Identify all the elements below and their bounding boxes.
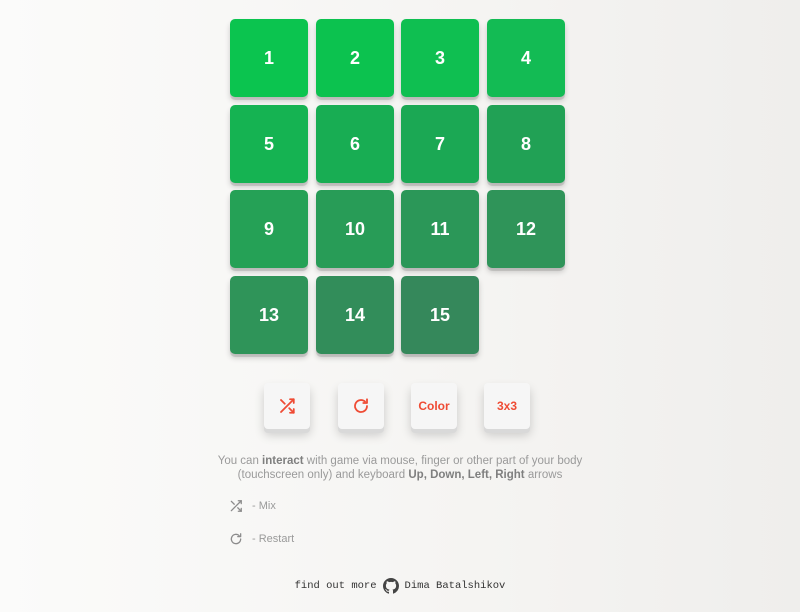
controls-bar: Color 3x3 xyxy=(264,383,534,435)
author-link[interactable]: Dima Batalshikov xyxy=(405,580,506,592)
restart-button[interactable] xyxy=(338,383,384,429)
restart-icon xyxy=(228,531,244,547)
tile-10[interactable]: 10 xyxy=(316,190,394,268)
tile-13[interactable]: 13 xyxy=(230,276,308,354)
shuffle-icon xyxy=(228,498,244,514)
tile-5[interactable]: 5 xyxy=(230,105,308,183)
legend-restart-label: - Restart xyxy=(252,533,295,545)
legend-restart: - Restart xyxy=(228,531,294,547)
info-bold-interact: interact xyxy=(262,455,304,467)
instructions-text: You can interact with game via mouse, fi… xyxy=(200,454,600,482)
info-text-1: You can xyxy=(217,455,263,467)
shuffle-icon xyxy=(278,397,296,415)
info-text-3: arrows xyxy=(524,469,563,481)
tile-6[interactable]: 6 xyxy=(316,105,394,183)
github-icon[interactable] xyxy=(382,578,399,594)
footer: find out more Dima Batalshikov xyxy=(0,578,800,594)
tile-1[interactable]: 1 xyxy=(230,19,308,97)
tile-3[interactable]: 3 xyxy=(401,19,479,97)
tile-15[interactable]: 15 xyxy=(401,276,479,354)
color-button[interactable]: Color xyxy=(411,383,457,429)
tile-7[interactable]: 7 xyxy=(401,105,479,183)
footer-prefix: find out more xyxy=(294,580,377,592)
mix-button[interactable] xyxy=(264,383,310,429)
tile-14[interactable]: 14 xyxy=(316,276,394,354)
legend-mix-label: - Mix xyxy=(252,500,276,512)
restart-icon xyxy=(352,397,370,415)
tile-11[interactable]: 11 xyxy=(401,190,479,268)
legend-mix: - Mix xyxy=(228,498,276,514)
tile-2[interactable]: 2 xyxy=(316,19,394,97)
size-3x3-button[interactable]: 3x3 xyxy=(484,383,530,429)
tile-9[interactable]: 9 xyxy=(230,190,308,268)
tile-8[interactable]: 8 xyxy=(487,105,565,183)
game-board: 1 2 3 4 5 6 7 8 9 10 11 12 13 14 15 xyxy=(230,19,565,354)
tile-4[interactable]: 4 xyxy=(487,19,565,97)
tile-12[interactable]: 12 xyxy=(487,190,565,268)
info-bold-arrows: Up, Down, Left, Right xyxy=(408,469,525,481)
